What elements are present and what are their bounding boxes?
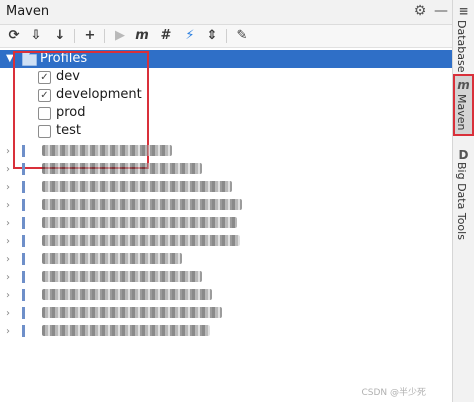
maven-module-icon bbox=[22, 199, 36, 211]
maven-module-icon bbox=[22, 271, 36, 283]
download-icon[interactable]: ↓ bbox=[52, 28, 68, 44]
settings-wrench-icon[interactable]: ✎ bbox=[234, 28, 250, 44]
maven-module-row[interactable]: › bbox=[0, 178, 452, 196]
chevron-right-icon[interactable]: › bbox=[6, 146, 16, 157]
title-bar: Maven ⚙ — bbox=[0, 0, 452, 25]
maven-module-row[interactable]: › bbox=[0, 304, 452, 322]
maven-module-row[interactable]: › bbox=[0, 160, 452, 178]
blurred-module-name bbox=[42, 181, 232, 192]
toolbar-separator bbox=[74, 29, 75, 43]
chevron-right-icon[interactable]: › bbox=[6, 290, 16, 301]
maven-module-row[interactable]: › bbox=[0, 250, 452, 268]
tab-big-data-tools-label: Big Data Tools bbox=[455, 162, 468, 240]
run-icon[interactable]: ▶ bbox=[112, 28, 128, 44]
generate-sources-icon[interactable]: ⇩ bbox=[28, 28, 44, 44]
blurred-module-name bbox=[42, 253, 182, 264]
blurred-module-name bbox=[42, 271, 202, 282]
maven-module-icon bbox=[22, 181, 36, 193]
blurred-module-name bbox=[42, 325, 210, 336]
chevron-right-icon[interactable]: › bbox=[6, 236, 16, 247]
maven-toolbar: ⟳ ⇩ ↓ + ▶ m # ⚡ ⇕ ✎ bbox=[0, 25, 452, 48]
gear-icon[interactable]: ⚙ bbox=[412, 3, 428, 19]
maven-module-row[interactable]: › bbox=[0, 322, 452, 340]
chevron-right-icon[interactable]: › bbox=[6, 218, 16, 229]
maven-module-row[interactable]: › bbox=[0, 214, 452, 232]
maven-module-icon bbox=[22, 145, 36, 157]
maven-module-icon bbox=[22, 289, 36, 301]
maven-module-row[interactable]: › bbox=[0, 232, 452, 250]
maven-module-icon bbox=[22, 217, 36, 229]
collapse-icon[interactable]: ⇕ bbox=[204, 28, 220, 44]
blurred-module-name bbox=[42, 145, 172, 156]
chevron-right-icon[interactable]: › bbox=[6, 182, 16, 193]
chevron-right-icon[interactable]: › bbox=[6, 326, 16, 337]
maven-tab-highlight-box bbox=[453, 74, 474, 136]
toolbar-separator bbox=[104, 29, 105, 43]
maven-module-row[interactable]: › bbox=[0, 196, 452, 214]
maven-panel: Maven ⚙ — ⟳ ⇩ ↓ + ▶ m # ⚡ ⇕ ✎ ▼ Profiles… bbox=[0, 0, 453, 402]
blurred-module-name bbox=[42, 307, 222, 318]
maven-module-icon bbox=[22, 325, 36, 337]
tab-database-label: Database bbox=[455, 20, 468, 73]
watermark: CSDN @半少死 bbox=[361, 388, 426, 398]
chevron-right-icon[interactable]: › bbox=[6, 164, 16, 175]
blurred-module-name bbox=[42, 163, 202, 174]
maven-module-icon bbox=[22, 253, 36, 265]
maven-module-row[interactable]: › bbox=[0, 142, 452, 160]
skip-tests-icon[interactable]: ⚡ bbox=[182, 28, 198, 44]
panel-title: Maven bbox=[6, 4, 50, 19]
add-icon[interactable]: + bbox=[82, 28, 98, 44]
blurred-module-name bbox=[42, 199, 242, 210]
minimize-icon[interactable]: — bbox=[433, 3, 449, 19]
maven-module-icon bbox=[22, 235, 36, 247]
chevron-right-icon[interactable]: › bbox=[6, 200, 16, 211]
blurred-module-name bbox=[42, 217, 237, 228]
big-data-tools-icon: D bbox=[458, 148, 469, 162]
chevron-right-icon[interactable]: › bbox=[6, 254, 16, 265]
maven-module-icon bbox=[22, 307, 36, 319]
right-tool-strip: ≡ Database m Maven D Big Data Tools bbox=[453, 0, 474, 402]
tab-big-data-tools[interactable]: D Big Data Tools bbox=[453, 146, 474, 240]
database-icon: ≡ bbox=[458, 4, 469, 18]
maven-module-row[interactable]: › bbox=[0, 286, 452, 304]
chevron-right-icon[interactable]: › bbox=[6, 308, 16, 319]
reload-icon[interactable]: ⟳ bbox=[6, 28, 22, 44]
blurred-module-name bbox=[42, 235, 240, 246]
chevron-right-icon[interactable]: › bbox=[6, 272, 16, 283]
toolbar-separator bbox=[226, 29, 227, 43]
maven-module-row[interactable]: › bbox=[0, 268, 452, 286]
toggle-offline-icon[interactable]: # bbox=[158, 28, 174, 44]
maven-module-icon bbox=[22, 163, 36, 175]
execute-goal-icon[interactable]: m bbox=[134, 28, 150, 44]
blurred-module-name bbox=[42, 289, 212, 300]
tab-database[interactable]: ≡ Database bbox=[453, 4, 474, 73]
